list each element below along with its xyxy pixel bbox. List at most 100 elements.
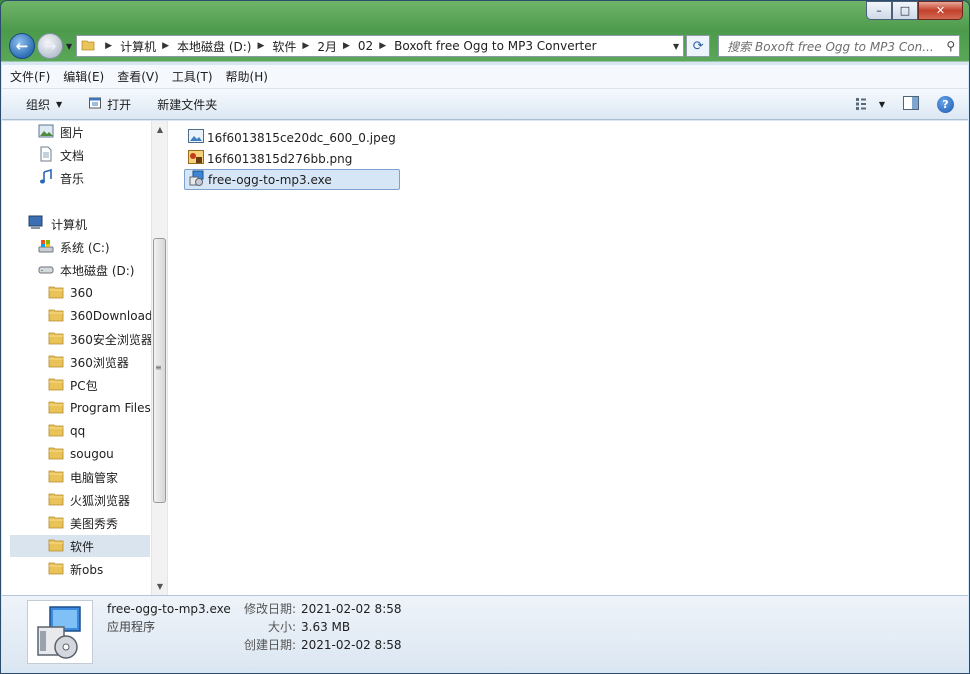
nav-label: 火狐浏览器	[70, 493, 131, 508]
nav-item-documents[interactable]: 文档	[38, 144, 84, 166]
help-icon[interactable]: ?	[937, 95, 954, 113]
file-item-jpeg[interactable]: 16f6013815ce20dc_600_0.jpeg	[184, 127, 400, 148]
nav-folder-item[interactable]: 360浏览器	[48, 351, 129, 373]
file-list: 16f6013815ce20dc_600_0.jpeg 16f6013815d2…	[184, 127, 400, 190]
folder-icon	[48, 469, 64, 486]
nav-item-drive-d[interactable]: 本地磁盘 (D:)	[38, 259, 134, 281]
pictures-library-icon	[38, 124, 54, 141]
hard-drive-icon	[38, 261, 54, 280]
folder-icon	[48, 285, 64, 302]
jpeg-image-icon	[188, 129, 204, 146]
new-folder-button[interactable]: 新建文件夹	[157, 96, 217, 113]
nav-label: 文档	[60, 148, 85, 163]
address-dropdown-icon[interactable]: ▼	[673, 42, 679, 51]
details-summary: free-ogg-to-mp3.exe 应用程序	[107, 600, 231, 636]
details-file-name: free-ogg-to-mp3.exe	[107, 602, 231, 616]
view-options-icon[interactable]: ▼	[855, 97, 885, 111]
close-button[interactable]: ✕	[918, 1, 963, 20]
menu-help[interactable]: 帮助(H)	[226, 68, 268, 85]
nav-label: 新obs	[70, 562, 104, 577]
nav-folder-item[interactable]: Program Files	[48, 397, 151, 419]
nav-label: 360浏览器	[70, 355, 129, 370]
nav-folder-item[interactable]: sougou	[48, 443, 114, 465]
nav-label: 360Download	[70, 309, 153, 323]
nav-label: 本地磁盘 (D:)	[60, 263, 135, 278]
nav-label: 系统 (C:)	[60, 240, 110, 255]
breadcrumb-item[interactable]: ▶ 计算机	[99, 38, 156, 55]
breadcrumb-item[interactable]: ▶ Boxoft free Ogg to MP3 Converter	[373, 39, 596, 53]
search-icon[interactable]: ⚲	[946, 39, 955, 53]
organize-label: 组织	[26, 97, 51, 112]
nav-label: Program Files	[70, 401, 151, 415]
nav-folder-item[interactable]: 360安全浏览器	[48, 328, 153, 350]
content-area: 图片 文档 音乐 计算机 系统 (C:) 本地磁盘 (D:) 360 360Do…	[2, 121, 968, 595]
file-item-exe[interactable]: free-ogg-to-mp3.exe	[184, 169, 400, 190]
open-button[interactable]: 打开	[88, 96, 131, 113]
view-controls: ▼ ?	[837, 95, 954, 113]
search-input[interactable]: 搜索 Boxoft free Ogg to MP3 Con... ⚲	[718, 35, 961, 57]
organize-button[interactable]: 组织 ▼	[26, 96, 62, 113]
nav-label: PC包	[70, 378, 98, 393]
installer-exe-icon	[189, 170, 205, 189]
music-library-icon	[38, 168, 54, 188]
navigation-scrollbar[interactable]: ▲ ≡ ▼	[151, 121, 167, 595]
menu-tools[interactable]: 工具(T)	[172, 68, 213, 85]
nav-label: 美图秀秀	[70, 516, 119, 531]
recent-pages-dropdown-icon[interactable]: ▼	[66, 42, 72, 51]
file-name: 16f6013815ce20dc_600_0.jpeg	[207, 130, 396, 145]
nav-item-drive-c[interactable]: 系统 (C:)	[38, 236, 110, 258]
breadcrumb-item[interactable]: ▶ 本地磁盘 (D:)	[156, 38, 251, 55]
forward-arrow-icon[interactable]: →	[37, 33, 63, 59]
computer-icon	[28, 215, 45, 234]
navigation-row: ← → ▼ ▶ 计算机 ▶ 本地磁盘 (D:) ▶ 软件 ▶ 2月 ▶ 02 ▶ Boxof…	[9, 31, 961, 61]
scroll-up-icon[interactable]: ▲	[152, 121, 168, 138]
nav-folder-item[interactable]: 360Download	[48, 305, 153, 327]
minimize-button[interactable]: –	[866, 1, 892, 20]
details-label: 创建日期:	[243, 638, 296, 652]
nav-folder-item[interactable]: 软件	[10, 535, 150, 557]
breadcrumb-item[interactable]: ▶ 2月	[296, 38, 337, 55]
nav-folder-item[interactable]: 美图秀秀	[48, 512, 118, 534]
details-label: 修改日期:	[243, 602, 296, 616]
file-item-png[interactable]: 16f6013815d276bb.png	[184, 148, 400, 169]
nav-folder-item[interactable]: 360	[48, 282, 93, 304]
nav-folder-item[interactable]: PC包	[48, 374, 98, 396]
details-value: 2021-02-02 8:58	[301, 602, 402, 616]
nav-folder-item[interactable]: 火狐浏览器	[48, 489, 130, 511]
pane-divider[interactable]	[167, 121, 168, 595]
nav-label: 音乐	[60, 171, 85, 186]
details-labels: 修改日期: 大小: 创建日期:	[238, 600, 296, 654]
preview-pane-icon[interactable]	[903, 95, 919, 113]
folder-icon	[48, 538, 64, 555]
caption-buttons: – □ ✕	[866, 1, 963, 20]
breadcrumb-item[interactable]: ▶ 软件	[251, 38, 296, 55]
details-label: 大小:	[267, 620, 296, 634]
scroll-down-icon[interactable]: ▼	[152, 578, 168, 595]
nav-item-computer[interactable]: 计算机	[28, 213, 87, 235]
system-drive-icon	[38, 238, 54, 257]
details-value: 3.63 MB	[301, 620, 351, 634]
menu-edit[interactable]: 编辑(E)	[63, 68, 104, 85]
nav-folder-item[interactable]: 新obs	[48, 558, 103, 580]
folder-icon	[48, 423, 64, 440]
menu-bar: 文件(F) 编辑(E) 查看(V) 工具(T) 帮助(H)	[2, 65, 968, 89]
chevron-down-icon: ▼	[878, 99, 885, 109]
nav-folder-item[interactable]: 电脑管家	[48, 466, 118, 488]
menu-file[interactable]: 文件(F)	[10, 68, 50, 85]
nav-folder-item[interactable]: qq	[48, 420, 85, 442]
open-label: 打开	[107, 97, 132, 112]
address-bar[interactable]: ▶ 计算机 ▶ 本地磁盘 (D:) ▶ 软件 ▶ 2月 ▶ 02 ▶ Boxoft free…	[76, 35, 685, 57]
back-arrow-icon[interactable]: ←	[9, 33, 35, 59]
nav-item-music[interactable]: 音乐	[38, 167, 84, 189]
nav-item-pictures[interactable]: 图片	[38, 121, 84, 143]
menu-view[interactable]: 查看(V)	[117, 68, 159, 85]
scrollbar-grip-icon: ≡	[155, 363, 162, 372]
refresh-icon[interactable]: ⟳	[686, 35, 711, 57]
nav-label: 电脑管家	[70, 470, 119, 485]
maximize-button[interactable]: □	[892, 1, 918, 20]
folder-icon	[48, 446, 64, 463]
folder-icon	[48, 308, 64, 325]
breadcrumb-item[interactable]: ▶ 02	[337, 39, 373, 53]
folder-icon	[48, 561, 64, 578]
details-values: 2021-02-02 8:58 3.63 MB 2021-02-02 8:58	[301, 600, 402, 654]
